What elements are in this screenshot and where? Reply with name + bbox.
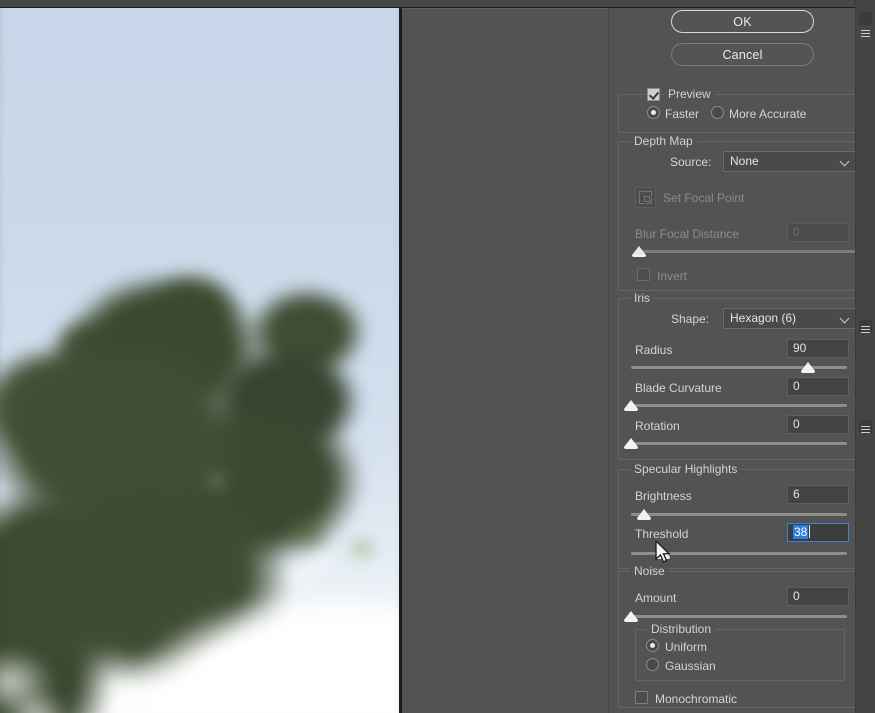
monochromatic-label: Monochromatic	[655, 692, 738, 706]
depth-map-title: Depth Map	[630, 134, 697, 148]
radius-slider[interactable]	[631, 362, 847, 374]
threshold-slider[interactable]	[631, 548, 847, 560]
threshold-value: 38	[793, 525, 809, 539]
dialog-panel: OK Cancel Preview Faster More Accurate D…	[402, 8, 875, 713]
specular-highlights-title: Specular Highlights	[630, 462, 742, 476]
preview-group: Preview Faster More Accurate	[618, 87, 857, 133]
slider-track	[639, 250, 855, 253]
slider-thumb[interactable]	[801, 362, 816, 373]
radio-more-accurate[interactable]	[711, 106, 724, 119]
blade-curvature-slider[interactable]	[624, 400, 847, 412]
slider-thumb[interactable]	[656, 548, 671, 559]
cancel-button[interactable]: Cancel	[671, 43, 814, 66]
slider-thumb[interactable]	[624, 611, 638, 622]
distribution-title: Distribution	[647, 622, 716, 636]
image-preview-pane[interactable]	[0, 8, 402, 713]
distribution-group: Distribution Uniform Gaussian	[635, 622, 845, 681]
panel-grip-icon	[861, 426, 870, 433]
controls-column: OK Cancel Preview Faster More Accurate D…	[609, 8, 875, 713]
radio-faster[interactable]	[647, 106, 660, 119]
slider-thumb[interactable]	[624, 438, 638, 449]
slider-thumb[interactable]	[636, 509, 651, 520]
slider-thumb[interactable]	[624, 400, 638, 411]
panel-icon-top[interactable]	[859, 12, 872, 25]
blur-focal-distance-slider[interactable]	[632, 246, 855, 258]
depth-source-value: None	[730, 154, 759, 168]
slider-track	[631, 404, 847, 407]
blur-focal-distance-field[interactable]: 0	[787, 223, 849, 242]
depth-source-label: Source:	[670, 155, 712, 169]
iris-shape-select[interactable]: Hexagon (6)	[723, 308, 857, 329]
dialog-empty-area	[402, 8, 608, 713]
iris-shape-value: Hexagon (6)	[730, 311, 797, 325]
rotation-slider[interactable]	[624, 438, 847, 450]
blurred-tree-preview-image	[0, 8, 402, 713]
lens-blur-dialog: OK Cancel Preview Faster More Accurate D…	[0, 0, 875, 713]
radius-field[interactable]: 90	[787, 339, 849, 358]
blade-curvature-field[interactable]: 0	[787, 377, 849, 396]
gaussian-label: Gaussian	[665, 659, 716, 673]
blur-focal-distance-label: Blur Focal Distance	[635, 227, 740, 241]
slider-thumb[interactable]	[632, 246, 646, 257]
slider-track	[631, 513, 847, 516]
brightness-label: Brightness	[635, 489, 692, 503]
set-focal-point-icon[interactable]	[635, 187, 656, 208]
ok-button[interactable]: OK	[671, 10, 814, 33]
depth-map-group: Depth Map Source: None Set Focal Point B…	[618, 134, 857, 291]
brightness-field[interactable]: 6	[787, 485, 849, 504]
preview-checkbox[interactable]	[647, 88, 660, 101]
panel-grip-icon	[861, 326, 870, 333]
invert-label: Invert	[657, 269, 688, 283]
threshold-field[interactable]: 38	[787, 523, 849, 542]
more-accurate-label: More Accurate	[729, 107, 807, 121]
text-caret	[809, 525, 811, 538]
rotation-label: Rotation	[635, 419, 680, 433]
monochromatic-checkbox[interactable]	[635, 691, 648, 704]
set-focal-point-label[interactable]: Set Focal Point	[663, 191, 744, 205]
uniform-label: Uniform	[665, 640, 708, 654]
panel-grip-icon	[861, 30, 870, 37]
invert-checkbox[interactable]	[637, 268, 650, 281]
chevron-down-icon	[841, 315, 849, 323]
brightness-slider[interactable]	[631, 509, 847, 521]
slider-track	[631, 442, 847, 445]
noise-title: Noise	[630, 564, 669, 578]
chevron-down-icon	[841, 158, 849, 166]
radio-gaussian[interactable]	[646, 658, 659, 671]
iris-group: Iris Shape: Hexagon (6) Radius 90 Blade …	[618, 291, 857, 460]
radius-label: Radius	[635, 343, 673, 357]
noise-amount-label: Amount	[635, 591, 677, 605]
radio-uniform[interactable]	[646, 639, 659, 652]
blade-curvature-label: Blade Curvature	[635, 381, 722, 395]
depth-source-select[interactable]: None	[723, 151, 857, 172]
rotation-field[interactable]: 0	[787, 415, 849, 434]
threshold-label: Threshold	[635, 527, 689, 541]
faster-label: Faster	[665, 107, 700, 121]
specular-highlights-group: Specular Highlights Brightness 6 Thresho…	[618, 462, 857, 569]
noise-group: Noise Amount 0 Distribution Uniform Gaus…	[618, 564, 857, 708]
iris-title: Iris	[630, 291, 654, 305]
iris-shape-label: Shape:	[671, 312, 710, 326]
noise-amount-field[interactable]: 0	[787, 587, 849, 606]
slider-track	[631, 615, 847, 618]
background-panel-sliver	[855, 0, 875, 713]
window-top-strip	[0, 0, 875, 8]
preview-label: Preview	[664, 87, 715, 101]
